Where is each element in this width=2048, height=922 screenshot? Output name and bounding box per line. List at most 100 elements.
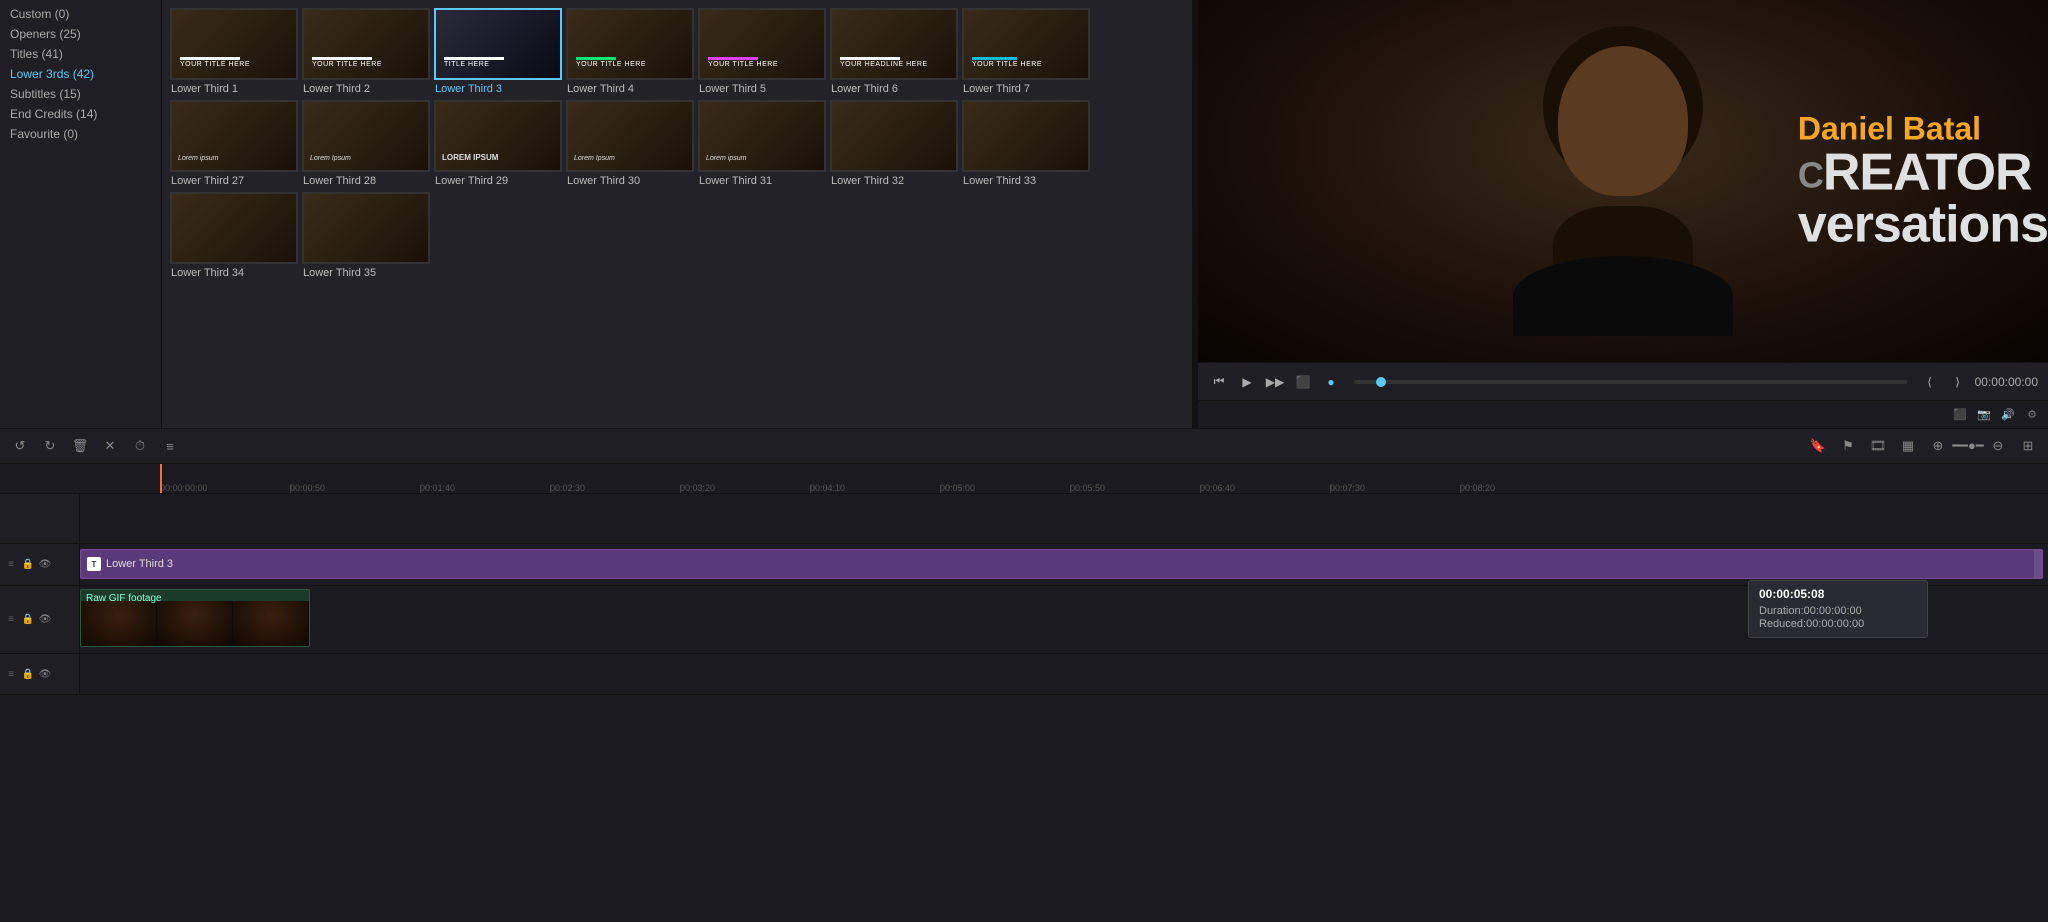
record-button[interactable]: ●	[1320, 371, 1342, 393]
skip-back-button[interactable]: ⏮	[1208, 371, 1230, 393]
progress-bar[interactable]	[1354, 380, 1907, 384]
bookmark-icon[interactable]: 🔖	[1808, 436, 1828, 456]
prev-frame-button[interactable]: ⟨	[1919, 371, 1941, 393]
track-visibility-icon-3[interactable]: 👁	[38, 667, 52, 681]
list-item[interactable]: YOUR TITLE HERE Lower Third 5	[698, 8, 826, 96]
ruler-mark: 00:08:20	[1460, 483, 1495, 493]
settings-icon[interactable]: ⚙	[2024, 407, 2040, 423]
undo-icon[interactable]: ↺	[10, 436, 30, 456]
list-item[interactable]: Lower Third 33	[962, 100, 1090, 188]
sidebar-item-favourite[interactable]: Favourite (0)	[0, 124, 161, 144]
list-item[interactable]: Lorem Ipsum Lower Third 30	[566, 100, 694, 188]
lower-third-clip[interactable]: T Lower Third 3	[80, 549, 2043, 579]
thumbnail[interactable]: YOUR TITLE HERE	[302, 8, 430, 80]
list-icon[interactable]: ≡	[160, 436, 180, 456]
thumbnail[interactable]: Lorem Ipsum	[566, 100, 694, 172]
ruler-tick	[1330, 485, 1331, 493]
clip-tooltip: 00:00:05:08 Duration:00:00:00:00 Reduced…	[1748, 580, 1928, 638]
track-settings-icon-3[interactable]: ≡	[4, 667, 18, 681]
list-item[interactable]: Lower Third 34	[170, 192, 298, 280]
thumbnail[interactable]: Lorem ipsum	[698, 100, 826, 172]
thumbnail[interactable]: YOUR TITLE HERE	[962, 8, 1090, 80]
shoulders	[1513, 256, 1733, 336]
fit-icon[interactable]: ⊞	[2018, 436, 2038, 456]
list-item[interactable]: Lorem Ipsum Lower Third 28	[302, 100, 430, 188]
current-time: 00:00:00:00	[1975, 375, 2038, 389]
track-lock-icon[interactable]: 🔒	[21, 558, 35, 572]
sidebar-item-openers[interactable]: Openers (25)	[0, 24, 161, 44]
list-item[interactable]: TITLE HERE Lower Third 3	[434, 8, 562, 96]
face-silhouette	[1483, 26, 1763, 336]
track-settings-icon-2[interactable]: ≡	[4, 613, 18, 627]
list-item[interactable]: YOUR HEADLINE HERE Lower Third 6	[830, 8, 958, 96]
video-frame: Daniel Batal CREATOR versations	[1198, 0, 2048, 362]
volume-icon[interactable]: 🔊	[2000, 407, 2016, 423]
list-item[interactable]: Lorem ipsum Lower Third 27	[170, 100, 298, 188]
timeline-toolbar: ↺ ↻ 🗑 ✕ ⏱ ≡ 🔖 ⚑ 🎞 ▦ ⊕ ━━●━ ⊖ ⊞	[0, 428, 2048, 464]
thumbnail[interactable]: Lorem ipsum	[170, 100, 298, 172]
stop-button[interactable]: ⬛	[1292, 371, 1314, 393]
list-item[interactable]: Lower Third 35	[302, 192, 430, 280]
thumbnail[interactable]	[962, 100, 1090, 172]
list-item[interactable]: Lorem ipsum Lower Third 31	[698, 100, 826, 188]
thumbnail[interactable]: TITLE HERE	[434, 8, 562, 80]
play-button[interactable]: ▶	[1236, 371, 1258, 393]
thumbnail[interactable]: YOUR TITLE HERE	[566, 8, 694, 80]
zoom-slider[interactable]: ━━●━	[1958, 436, 1978, 456]
playhead	[1376, 377, 1386, 387]
list-item[interactable]: Lower Third 32	[830, 100, 958, 188]
flag-icon[interactable]: ⚑	[1838, 436, 1858, 456]
track-visibility-icon-2[interactable]: 👁	[38, 613, 52, 627]
ruler-mark: 00:02:30	[550, 483, 585, 493]
list-item[interactable]: YOUR TITLE HERE Lower Third 4	[566, 8, 694, 96]
play-next-button[interactable]: ▶▶	[1264, 371, 1286, 393]
thumbnail[interactable]: LOREM IPSUM	[434, 100, 562, 172]
preview-controls: ⏮ ▶ ▶▶ ⬛ ● ⟨ ⟩ 00:00:00:00	[1198, 362, 2048, 400]
sidebar-item-titles[interactable]: Titles (41)	[0, 44, 161, 64]
camera-icon[interactable]: 📷	[1976, 407, 1992, 423]
clock-icon[interactable]: ⏱	[130, 436, 150, 456]
ruler-mark: 00:01:40	[420, 483, 455, 493]
overlay-line2: versations	[1798, 199, 2048, 251]
list-item[interactable]: YOUR TITLE HERE Lower Third 2	[302, 8, 430, 96]
lower-third-track-content: T Lower Third 3 00:00:05:08 Duration:00:…	[80, 544, 2048, 585]
track-lock-icon-2[interactable]: 🔒	[21, 613, 35, 627]
close-icon[interactable]: ✕	[100, 436, 120, 456]
gif-frame-1	[81, 601, 157, 646]
track-controls-2: ≡ 🔒 👁	[4, 613, 52, 627]
sidebar-item-end-credits[interactable]: End Credits (14)	[0, 104, 161, 124]
next-frame-button[interactable]: ⟩	[1947, 371, 1969, 393]
zoom-out-icon[interactable]: ⊖	[1988, 436, 2008, 456]
sidebar-item-lower3rds[interactable]: Lower 3rds (42)	[0, 64, 161, 84]
thumbnail[interactable]: YOUR HEADLINE HERE	[830, 8, 958, 80]
grid-icon[interactable]: ▦	[1898, 436, 1918, 456]
delete-icon[interactable]: 🗑	[70, 436, 90, 456]
ruler-tick	[290, 485, 291, 493]
track-lock-icon-3[interactable]: 🔒	[21, 667, 35, 681]
clip-resize-handle[interactable]	[2034, 550, 2042, 578]
tooltip-reduced: Reduced:00:00:00:00	[1759, 618, 1917, 630]
list-item[interactable]: YOUR TITLE HERE Lower Third 7	[962, 8, 1090, 96]
thumbnail[interactable]: YOUR TITLE HERE	[698, 8, 826, 80]
zoom-icon[interactable]: ⊕	[1928, 436, 1948, 456]
ruler-tick	[420, 485, 421, 493]
thumbnail[interactable]	[302, 192, 430, 264]
sidebar-item-subtitles[interactable]: Subtitles (15)	[0, 84, 161, 104]
track-visibility-icon[interactable]: 👁	[38, 558, 52, 572]
list-item[interactable]: YOUR TITLE HERE Lower Third 1	[170, 8, 298, 96]
thumbnail[interactable]	[830, 100, 958, 172]
preview-video: Daniel Batal CREATOR versations	[1198, 0, 2048, 362]
monitor-icon[interactable]: ⬛	[1952, 407, 1968, 423]
lower-third-track-row: ≡ 🔒 👁 T Lower Third 3 00:00:05:08 Durati…	[0, 544, 2048, 586]
thumbnail[interactable]: YOUR TITLE HERE	[170, 8, 298, 80]
track-settings-icon[interactable]: ≡	[4, 558, 18, 572]
film-icon[interactable]: 🎞	[1868, 436, 1888, 456]
ruler-tick	[1200, 485, 1201, 493]
tooltip-time: 00:00:05:08	[1759, 587, 1917, 601]
raw-gif-clip[interactable]: Raw GIF footage	[80, 589, 310, 647]
thumbnail[interactable]	[170, 192, 298, 264]
thumbnail[interactable]: Lorem Ipsum	[302, 100, 430, 172]
redo-icon[interactable]: ↻	[40, 436, 60, 456]
list-item[interactable]: LOREM IPSUM Lower Third 29	[434, 100, 562, 188]
sidebar-item-custom[interactable]: Custom (0)	[0, 4, 161, 24]
